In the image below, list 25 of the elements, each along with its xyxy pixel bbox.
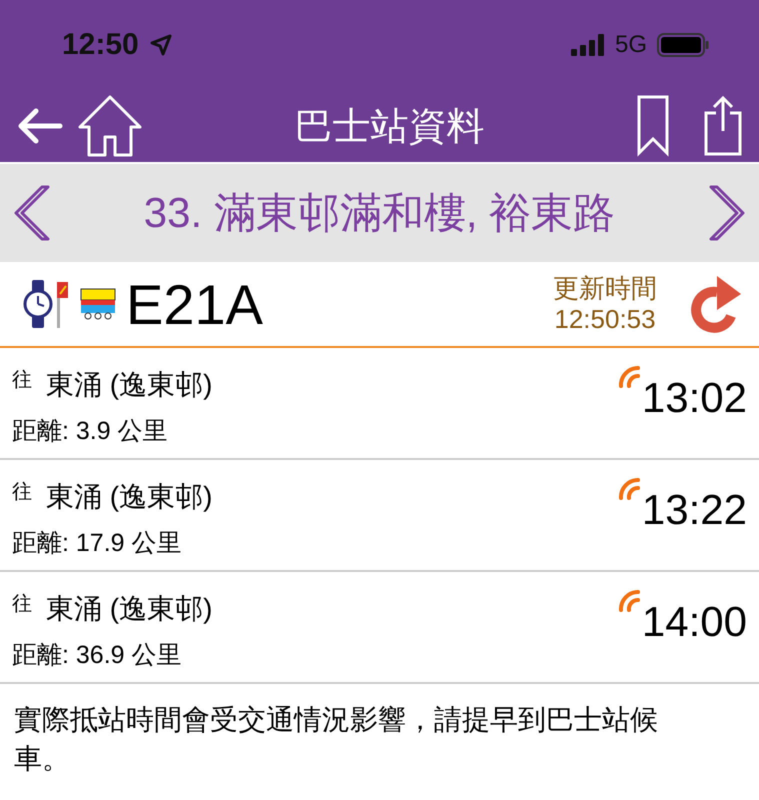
destination: 往 東涌 (逸東邨) bbox=[12, 368, 212, 402]
back-button[interactable] bbox=[16, 106, 64, 146]
page-title: 巴士站資料 bbox=[294, 104, 486, 150]
distance: 距離: 17.9 公里 bbox=[12, 528, 182, 559]
status-time: 12:50 bbox=[62, 28, 139, 62]
notice-text: 實際抵站時間會受交通情況影響，請提早到巴士站候車。 bbox=[13, 703, 659, 776]
arrival-time: 14:00 bbox=[642, 598, 747, 646]
home-button[interactable] bbox=[78, 95, 142, 157]
bookmark-button[interactable] bbox=[637, 95, 669, 157]
route-number: E21A bbox=[126, 272, 264, 336]
location-arrow-icon bbox=[148, 33, 173, 57]
station-name: 33. 滿東邨滿和樓, 裕東路 bbox=[144, 188, 616, 238]
distance: 距離: 3.9 公里 bbox=[12, 416, 169, 447]
destination: 往 東涌 (逸東邨) bbox=[12, 480, 212, 514]
battery-icon bbox=[657, 33, 709, 57]
share-button[interactable] bbox=[703, 95, 743, 157]
update-label: 更新時間 bbox=[553, 272, 657, 304]
network-type: 5G bbox=[614, 31, 647, 59]
distance: 距離: 36.9 公里 bbox=[12, 640, 182, 671]
arrival-time: 13:22 bbox=[642, 486, 747, 534]
cellular-signal-icon bbox=[570, 34, 605, 56]
update-time: 12:50:53 bbox=[554, 304, 656, 336]
destination: 往 東涌 (逸東邨) bbox=[12, 592, 212, 626]
bus-icon bbox=[80, 288, 116, 320]
arrival-time: 13:02 bbox=[642, 374, 747, 422]
